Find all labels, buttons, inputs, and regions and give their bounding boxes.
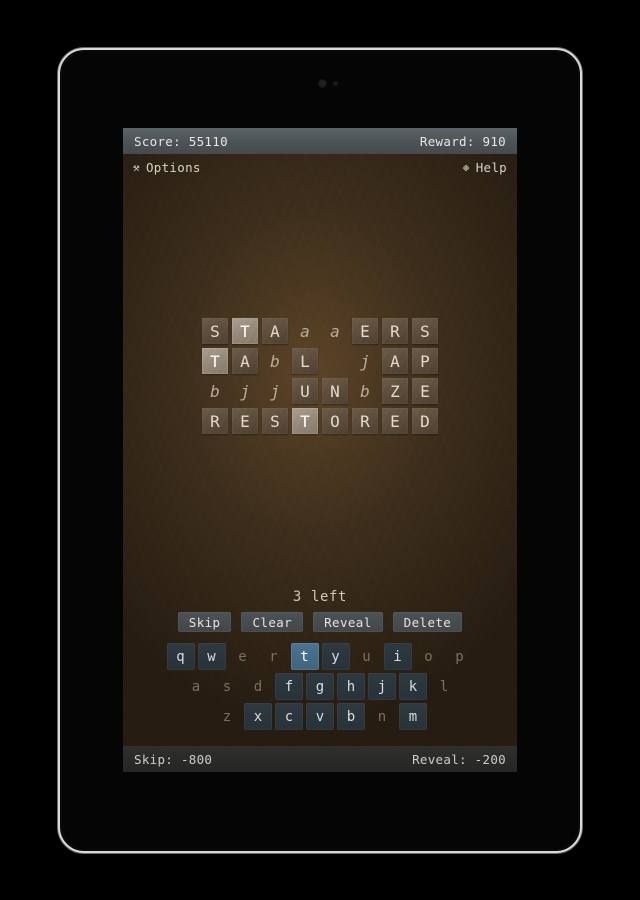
grid-cell-letter[interactable]: S [202, 318, 228, 344]
grid-cell-letter[interactable]: Z [382, 378, 408, 404]
menu-bar: ⚒ Options ❉ Help [123, 154, 517, 180]
clear-button[interactable]: Clear [241, 612, 304, 632]
grid-cell-letter[interactable]: E [352, 318, 378, 344]
tools-icon: ⚒ [133, 160, 140, 174]
key-r: r [269, 648, 278, 665]
grid-cell-letter[interactable]: U [292, 378, 318, 404]
key-x[interactable]: x [244, 703, 272, 730]
reveal-button[interactable]: Reveal [313, 612, 383, 632]
key-f[interactable]: f [275, 673, 303, 700]
grid-cell-letter[interactable]: E [382, 408, 408, 434]
skip-cost-label: Skip: -800 [134, 751, 213, 767]
grid-row: RESTORED [202, 408, 438, 434]
score-label: Score: 55110 [134, 133, 228, 149]
grid-row: bjjUNbZE [202, 378, 438, 404]
key-l: l [439, 678, 449, 695]
game-screen: Score: 55110 Reward: 910 ⚒ Options ❉ Hel… [123, 128, 517, 772]
grid-cell-letter[interactable]: E [232, 408, 258, 434]
grid-cell-letter[interactable]: N [322, 378, 348, 404]
skip-button[interactable]: Skip [177, 612, 232, 632]
key-d: d [253, 678, 263, 695]
key-i[interactable]: i [383, 643, 412, 670]
grid-cell-letter[interactable]: D [412, 408, 438, 434]
key-b[interactable]: b [337, 703, 365, 730]
key-k[interactable]: k [399, 673, 427, 700]
key-t[interactable]: t [290, 643, 319, 670]
help-menu-button[interactable]: ❉ Help [463, 160, 507, 175]
key-e: e [238, 648, 247, 665]
key-w[interactable]: w [197, 643, 226, 670]
reward-label: Reward: 910 [419, 133, 506, 149]
reveal-cost-label: Reveal: -200 [412, 751, 506, 767]
grid-cell-letter-highlighted[interactable]: T [202, 348, 228, 374]
grid-cell-hint-letter[interactable]: b [202, 378, 228, 404]
help-label: Help [475, 159, 507, 175]
key-y[interactable]: y [321, 643, 350, 670]
grid-cell-empty [322, 348, 348, 374]
key-z: z [222, 708, 232, 725]
grid-cell-letter[interactable]: L [292, 348, 318, 374]
key-c[interactable]: c [275, 703, 303, 730]
key-m[interactable]: m [399, 703, 427, 730]
grid-cell-hint-letter[interactable]: j [232, 378, 258, 404]
grid-cell-letter[interactable]: S [262, 408, 288, 434]
keyboard-row: qwe rtyuio p [166, 643, 474, 670]
word-puzzle-grid: STAaaERSTAbLjAPbjjUNbZERESTORED [123, 318, 517, 434]
grid-cell-letter[interactable]: A [382, 348, 408, 374]
key-s: s [222, 678, 232, 695]
key-n: n [377, 708, 387, 725]
key-g[interactable]: g [306, 673, 334, 700]
grid-cell-letter[interactable]: R [352, 408, 378, 434]
grid-cell-hint-letter[interactable]: j [352, 348, 378, 374]
grid-cell-letter[interactable]: A [262, 318, 288, 344]
grid-cell-letter[interactable]: E [412, 378, 438, 404]
grid-cell-hint-letter[interactable]: j [262, 378, 288, 404]
grid-cell-letter-highlighted[interactable]: T [292, 408, 318, 434]
key-o: o [424, 648, 433, 665]
remaining-count-label: 3 left [292, 589, 348, 605]
key-u: u [362, 648, 371, 665]
grid-cell-letter[interactable]: R [202, 408, 228, 434]
key-j[interactable]: j [368, 673, 396, 700]
score-status-bar: Score: 55110 Reward: 910 [123, 128, 517, 154]
options-label: Options [145, 159, 201, 175]
options-menu-button[interactable]: ⚒ Options [133, 160, 201, 175]
key-v[interactable]: v [306, 703, 334, 730]
proximity-sensor-icon [333, 81, 338, 86]
key-h[interactable]: h [337, 673, 365, 700]
asterisk-icon: ❉ [462, 160, 470, 174]
cost-status-bar: Skip: -800 Reveal: -200 [123, 746, 517, 772]
key-q[interactable]: q [166, 643, 195, 670]
grid-cell-hint-letter[interactable]: a [292, 318, 318, 344]
grid-cell-letter[interactable]: S [412, 318, 438, 344]
grid-row: STAaaERS [202, 318, 438, 344]
key-p: p [455, 648, 464, 665]
keyboard-row: zxcvbnm [213, 703, 427, 730]
camera-lens-icon [318, 79, 327, 88]
keyboard-row: a s dfghjkl [182, 673, 458, 700]
grid-cell-hint-letter[interactable]: b [262, 348, 288, 374]
grid-cell-hint-letter[interactable]: a [322, 318, 348, 344]
grid-cell-letter[interactable]: P [412, 348, 438, 374]
action-button-row: Skip Clear Reveal Delete [123, 612, 517, 632]
delete-button[interactable]: Delete [392, 612, 463, 632]
grid-cell-letter-highlighted[interactable]: T [232, 318, 258, 344]
grid-cell-letter[interactable]: O [322, 408, 348, 434]
grid-cell-hint-letter[interactable]: b [352, 378, 378, 404]
on-screen-keyboard: qwe rtyuio p a s dfghjkl zxcvbnm [123, 643, 517, 730]
key-a: a [191, 678, 201, 695]
grid-cell-letter[interactable]: R [382, 318, 408, 344]
grid-row: TAbLjAP [202, 348, 438, 374]
grid-cell-letter[interactable]: A [232, 348, 258, 374]
